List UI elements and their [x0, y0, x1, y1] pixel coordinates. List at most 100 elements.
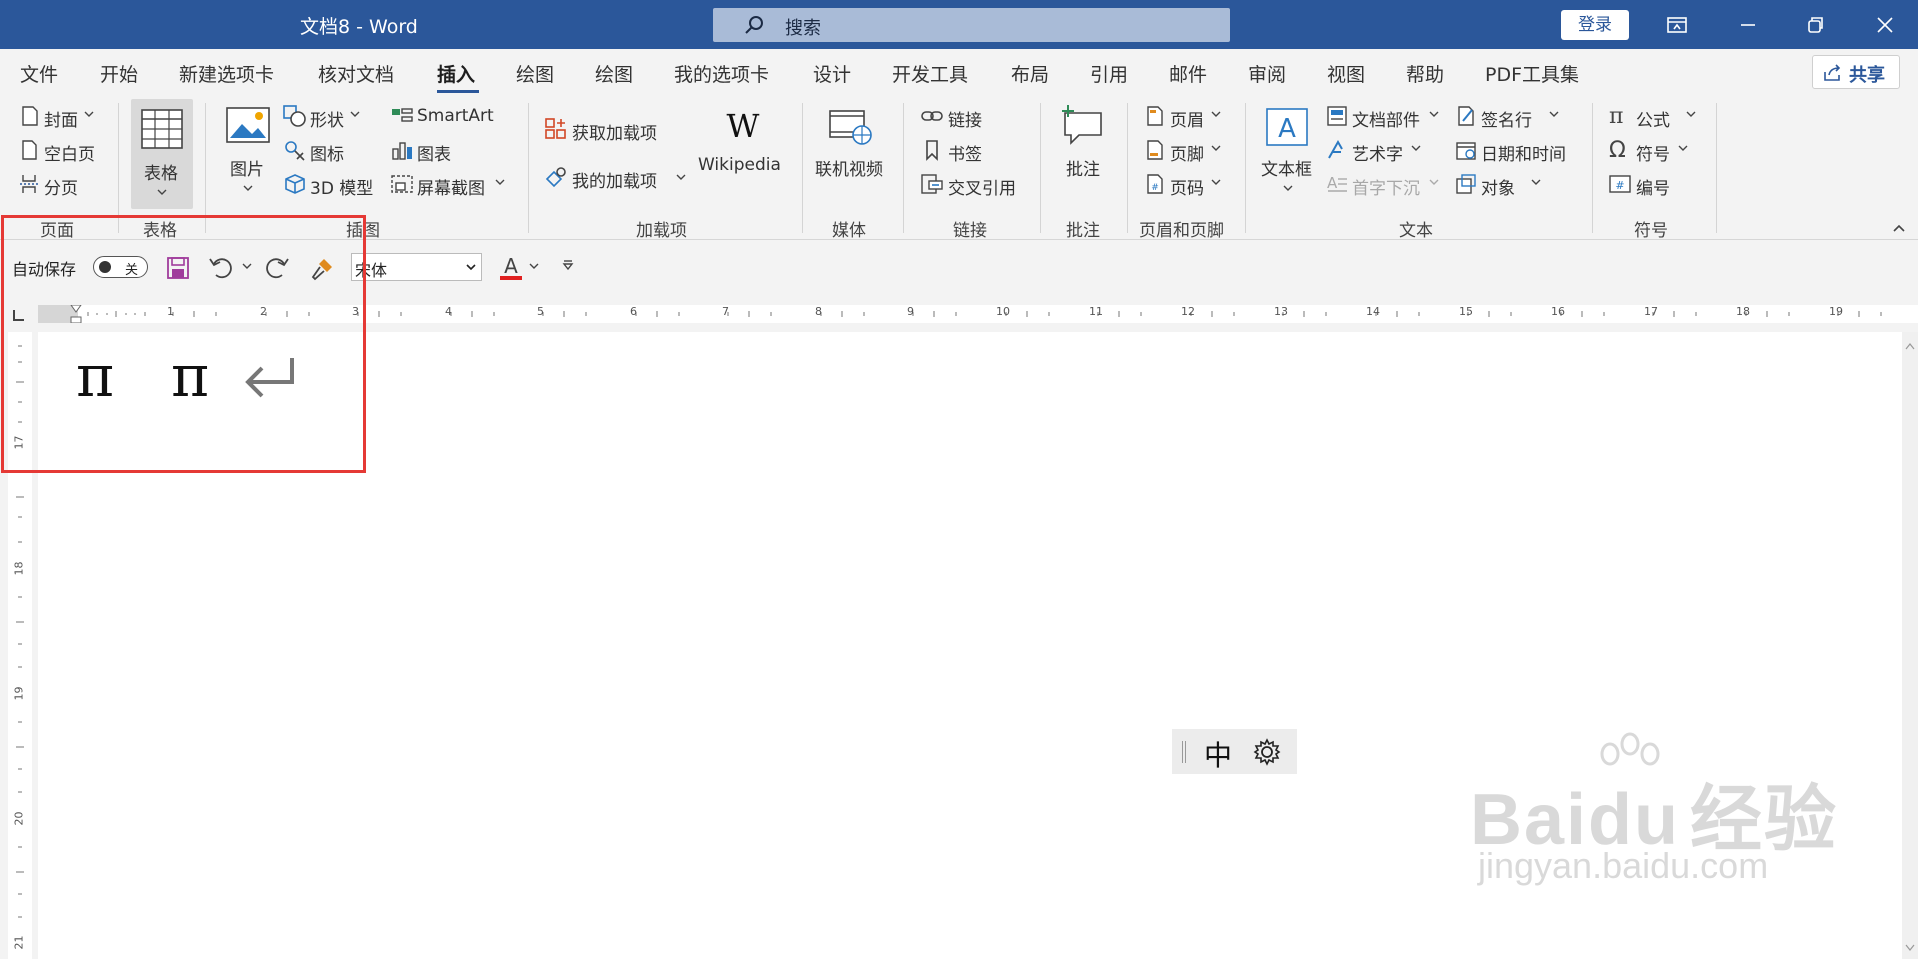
tab-my-tab[interactable]: 我的选项卡 — [674, 60, 769, 87]
tab-review[interactable]: 审阅 — [1248, 60, 1286, 87]
tab-proofread[interactable]: 核对文档 — [318, 60, 394, 87]
ime-toolbar[interactable]: 中 — [1172, 729, 1297, 774]
separator — [903, 103, 904, 233]
group-media-label: 媒体 — [832, 221, 866, 241]
svg-text:W: W — [727, 109, 760, 143]
chevron-down-icon — [243, 183, 253, 193]
ruler-mark: 11 — [1089, 305, 1103, 318]
shapes-button[interactable]: 形状 — [310, 106, 344, 131]
scroll-up-icon[interactable] — [1905, 342, 1915, 350]
page-break-button[interactable]: 分页 — [44, 174, 78, 199]
gear-icon[interactable] — [1252, 737, 1282, 767]
tab-layout[interactable]: 布局 — [1011, 60, 1049, 87]
page-break-icon — [18, 173, 40, 195]
tab-draw-1[interactable]: 绘图 — [516, 60, 554, 87]
blank-page-button[interactable]: 空白页 — [44, 140, 95, 165]
share-button[interactable]: 共享 — [1812, 55, 1900, 89]
tab-design[interactable]: 设计 — [813, 60, 851, 87]
tab-view[interactable]: 视图 — [1327, 60, 1365, 87]
scroll-down-icon[interactable] — [1905, 944, 1915, 952]
chevron-down-icon — [676, 172, 686, 182]
highlight-box — [1, 215, 366, 473]
comment-button[interactable]: 批注 — [1066, 155, 1100, 180]
tab-insert[interactable]: 插入 — [437, 60, 475, 87]
screenshot-button[interactable]: 屏幕截图 — [417, 174, 485, 199]
online-video-icon — [828, 109, 874, 147]
drag-handle[interactable] — [1182, 741, 1186, 763]
cover-button[interactable]: 封面 — [44, 106, 78, 131]
vertical-scrollbar[interactable] — [1902, 332, 1918, 959]
number-button[interactable]: 编号 — [1636, 174, 1670, 199]
chevron-down-icon — [1549, 109, 1559, 119]
tab-pdf-tools[interactable]: PDF工具集 — [1485, 60, 1579, 87]
ruler-mark: 9 — [907, 305, 914, 318]
ribbon-display-icon[interactable] — [1662, 10, 1692, 40]
quick-parts-icon — [1326, 105, 1348, 127]
online-video-button[interactable]: 联机视频 — [815, 155, 883, 180]
tab-draw-2[interactable]: 绘图 — [595, 60, 633, 87]
link-button[interactable]: 链接 — [948, 106, 982, 131]
font-select[interactable]: 宋体 — [351, 253, 482, 281]
tab-file[interactable]: 文件 — [20, 60, 58, 87]
separator — [528, 103, 529, 233]
chevron-down-icon[interactable] — [529, 261, 539, 271]
3d-model-button[interactable]: 3D 模型 — [310, 174, 373, 199]
collapse-ribbon-icon[interactable] — [1892, 223, 1906, 233]
ime-mode[interactable]: 中 — [1204, 734, 1232, 774]
tab-mailings[interactable]: 邮件 — [1169, 60, 1207, 87]
date-time-button[interactable]: 日期和时间 — [1481, 140, 1566, 165]
page-number-button[interactable]: 页码 — [1170, 174, 1204, 199]
ruler-mark: 19 — [12, 686, 26, 701]
blank-page-icon — [18, 139, 40, 161]
symbol-button[interactable]: 符号 — [1636, 140, 1670, 165]
customize-toolbar-icon[interactable] — [562, 259, 574, 271]
equation-button[interactable]: 公式 — [1636, 106, 1670, 131]
picture-button[interactable]: 图片 — [230, 155, 264, 180]
textbox-button[interactable]: 文本框 — [1261, 155, 1312, 180]
tab-new[interactable]: 新建选项卡 — [179, 60, 274, 87]
tab-references[interactable]: 引用 — [1090, 60, 1128, 87]
object-button[interactable]: 对象 — [1481, 174, 1515, 199]
search-box[interactable]: 搜索 — [713, 8, 1230, 42]
cube-icon — [283, 173, 307, 195]
minimize-icon[interactable] — [1733, 10, 1763, 40]
store-icon — [544, 117, 568, 141]
quick-parts-button[interactable]: 文档部件 — [1352, 106, 1420, 131]
icons-button[interactable]: 图标 — [310, 140, 344, 165]
cover-icon — [18, 105, 40, 127]
cross-reference-button[interactable]: 交叉引用 — [948, 174, 1016, 199]
chevron-down-icon — [1678, 143, 1688, 153]
table-button[interactable]: 表格 — [131, 99, 193, 209]
header-icon — [1144, 105, 1166, 127]
close-icon[interactable] — [1870, 10, 1900, 40]
chart-button[interactable]: 图表 — [417, 140, 451, 165]
ruler-mark: 6 — [630, 305, 637, 318]
my-addins-icon — [544, 165, 568, 189]
ruler-mark: 8 — [815, 305, 822, 318]
share-icon — [1823, 64, 1843, 82]
login-button[interactable]: 登录 — [1561, 10, 1629, 40]
header-button[interactable]: 页眉 — [1170, 106, 1204, 131]
footer-button[interactable]: 页脚 — [1170, 140, 1204, 165]
tab-home[interactable]: 开始 — [100, 60, 138, 87]
wordart-button[interactable]: 艺术字 — [1352, 140, 1403, 165]
chevron-down-icon — [466, 262, 476, 272]
number-icon: # — [1608, 173, 1632, 195]
signature-line-button[interactable]: 签名行 — [1481, 106, 1532, 131]
search-placeholder: 搜索 — [785, 18, 821, 39]
get-addins-button[interactable]: 获取加载项 — [572, 119, 657, 144]
tab-help[interactable]: 帮助 — [1406, 60, 1444, 87]
tab-developer[interactable]: 开发工具 — [892, 60, 968, 87]
separator — [205, 103, 206, 233]
bookmark-button[interactable]: 书签 — [948, 140, 982, 165]
group-header-footer-label: 页眉和页脚 — [1139, 221, 1224, 241]
wikipedia-button[interactable]: Wikipedia — [698, 155, 781, 175]
drop-cap-button[interactable]: 首字下沉 — [1352, 174, 1420, 199]
wikipedia-icon: W — [721, 109, 765, 143]
font-color-icon[interactable]: A — [498, 253, 524, 281]
svg-text:#: # — [1615, 179, 1624, 192]
restore-icon[interactable] — [1800, 10, 1830, 40]
comment-icon — [1059, 103, 1105, 145]
smartart-button[interactable]: SmartArt — [417, 106, 494, 126]
my-addins-button[interactable]: 我的加载项 — [572, 167, 657, 192]
